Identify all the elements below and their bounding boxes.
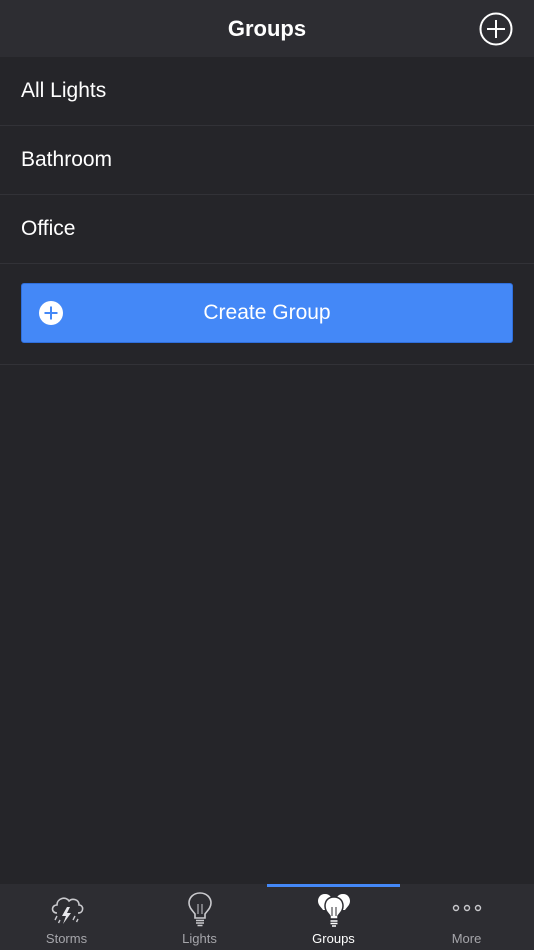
tab-more[interactable]: More: [400, 884, 533, 950]
more-dots-icon: [452, 904, 481, 912]
lightbulb-icon: [187, 892, 212, 927]
lightbulb-group-icon: [317, 894, 350, 927]
group-label: All Lights: [21, 79, 107, 102]
group-label: Bathroom: [21, 148, 113, 171]
page-title: Groups: [227, 16, 307, 41]
group-label: Office: [21, 217, 76, 240]
storm-cloud-icon: [51, 897, 83, 924]
create-group-label: Create Group: [203, 301, 331, 324]
tab-label-lights: Lights: [182, 931, 217, 946]
add-group-button[interactable]: [479, 12, 513, 46]
tab-bar: Storms Lights Groups More: [0, 884, 534, 950]
plus-circle-icon: [479, 12, 513, 46]
active-tab-indicator: [267, 884, 400, 887]
tab-groups[interactable]: Groups: [267, 884, 400, 950]
create-group-section: Create Group: [0, 262, 534, 365]
app-screen: Groups All Lights Bathroom Office Create…: [0, 0, 534, 950]
tab-label-storms: Storms: [45, 931, 88, 946]
tab-storms[interactable]: Storms: [0, 884, 133, 950]
group-row-bathroom[interactable]: Bathroom: [0, 126, 534, 195]
tab-label-groups: Groups: [312, 931, 355, 946]
create-group-button[interactable]: Create Group: [21, 283, 513, 343]
tab-label-more: More: [451, 931, 482, 946]
navigation-bar: Groups: [0, 0, 534, 57]
group-row-office[interactable]: Office: [0, 195, 534, 264]
group-row-all-lights[interactable]: All Lights: [0, 57, 534, 126]
group-list: All Lights Bathroom Office: [0, 57, 534, 264]
tab-lights[interactable]: Lights: [133, 884, 266, 950]
